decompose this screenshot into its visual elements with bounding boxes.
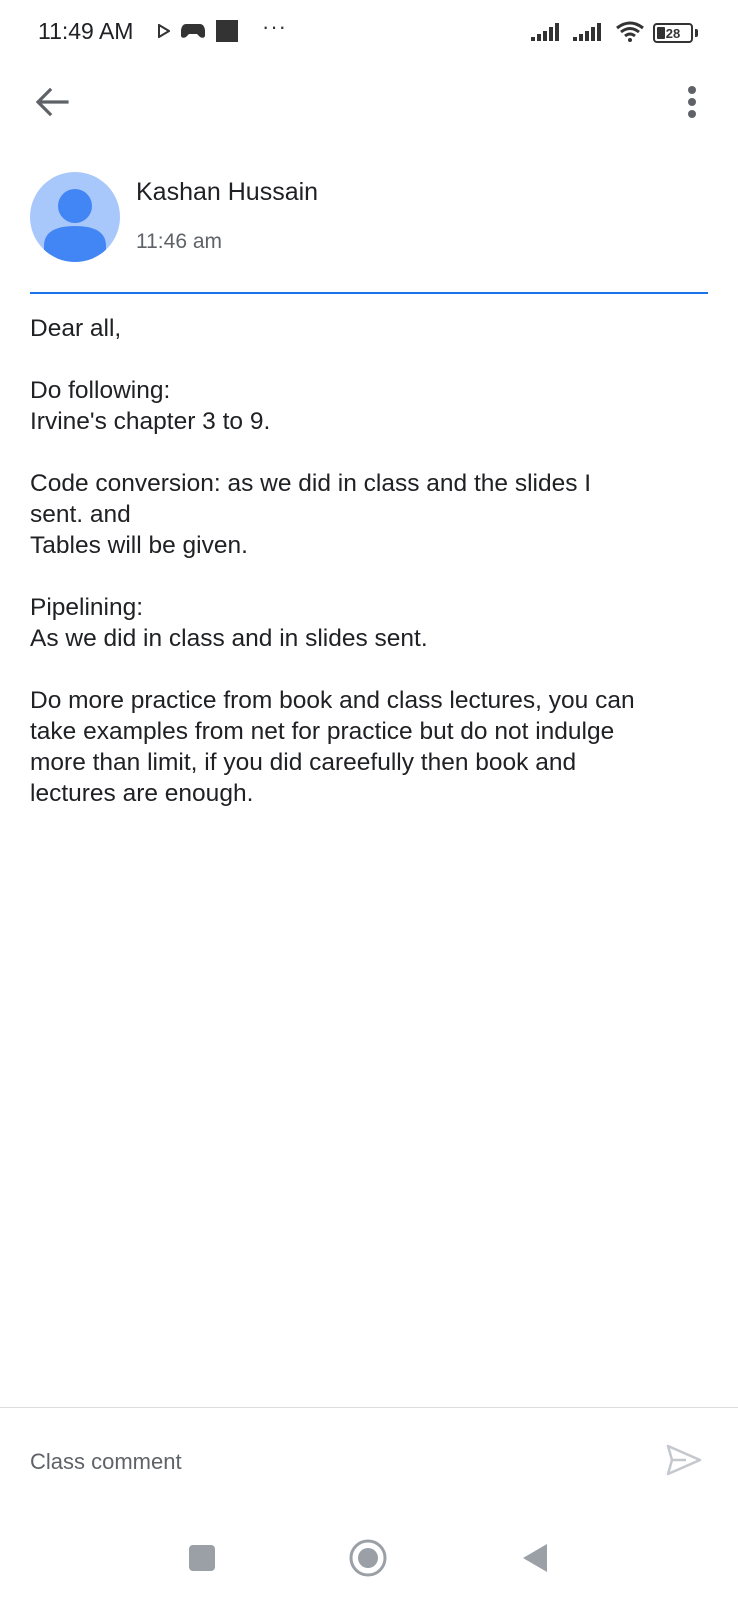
battery-text: 28 bbox=[665, 25, 681, 41]
post-line: sent. and bbox=[30, 501, 131, 528]
post-time: 11:46 am bbox=[136, 230, 222, 253]
post-line: lectures are enough. bbox=[30, 780, 254, 807]
post-line: Tables will be given. bbox=[30, 532, 248, 559]
notification-icons bbox=[158, 19, 238, 47]
post-paragraph: Do more practice from book and class lec… bbox=[30, 685, 720, 809]
home-button[interactable] bbox=[342, 1534, 394, 1586]
arrow-back-icon bbox=[35, 87, 69, 122]
post-line: Do more practice from book and class lec… bbox=[30, 687, 635, 714]
post-line: Pipelining: bbox=[30, 594, 144, 621]
game-controller-icon bbox=[180, 22, 206, 45]
post-line: Code conversion: as we did in class and … bbox=[30, 470, 592, 497]
status-time: 11:49 AM bbox=[38, 18, 134, 44]
battery-level bbox=[657, 27, 665, 39]
more-options-button[interactable] bbox=[668, 80, 716, 128]
post-line: Dear all, bbox=[30, 315, 122, 342]
post-paragraph: Pipelining: As we did in class and in sl… bbox=[30, 592, 720, 654]
send-icon bbox=[666, 1444, 702, 1481]
person-icon bbox=[44, 189, 106, 262]
home-circle-icon bbox=[348, 1538, 388, 1583]
signal-icon bbox=[531, 21, 565, 46]
back-triangle-icon bbox=[519, 1542, 549, 1579]
comment-divider bbox=[0, 1407, 738, 1408]
more-vert-icon bbox=[687, 85, 697, 123]
battery-icon: 28 bbox=[653, 23, 693, 43]
header-divider bbox=[30, 292, 708, 294]
app-bar bbox=[0, 70, 738, 140]
post-line: Do following: bbox=[30, 377, 171, 404]
signal-icon bbox=[573, 21, 607, 46]
play-icon bbox=[158, 22, 171, 43]
avatar bbox=[30, 172, 120, 262]
system-nav-bar bbox=[0, 1520, 738, 1600]
post-header: Kashan Hussain 11:46 am bbox=[30, 170, 710, 270]
status-bar: 11:49 AM ··· 28 bbox=[0, 0, 738, 66]
author-name: Kashan Hussain bbox=[136, 178, 319, 206]
system-icons: 28 bbox=[531, 20, 698, 46]
recents-button[interactable] bbox=[176, 1534, 228, 1586]
back-nav-button[interactable] bbox=[508, 1534, 560, 1586]
post-paragraph: Code conversion: as we did in class and … bbox=[30, 468, 720, 561]
battery-tip bbox=[695, 29, 698, 37]
send-button[interactable] bbox=[662, 1440, 706, 1484]
post-paragraph: Dear all, bbox=[30, 313, 720, 344]
app-square-icon bbox=[216, 19, 238, 47]
post-line: As we did in class and in slides sent. bbox=[30, 625, 428, 652]
post-line: take examples from net for practice but … bbox=[30, 718, 615, 745]
recents-square-icon bbox=[188, 1544, 216, 1577]
post-body: Dear all, Do following: Irvine's chapter… bbox=[30, 313, 720, 840]
more-notifications-icon: ··· bbox=[262, 14, 287, 39]
wifi-icon bbox=[615, 20, 645, 47]
class-comment-input[interactable] bbox=[30, 1442, 630, 1482]
post-line: more than limit, if you did careefully t… bbox=[30, 749, 577, 776]
post-line: Irvine's chapter 3 to 9. bbox=[30, 408, 271, 435]
back-button[interactable] bbox=[28, 80, 76, 128]
post-paragraph: Do following: Irvine's chapter 3 to 9. bbox=[30, 375, 720, 437]
